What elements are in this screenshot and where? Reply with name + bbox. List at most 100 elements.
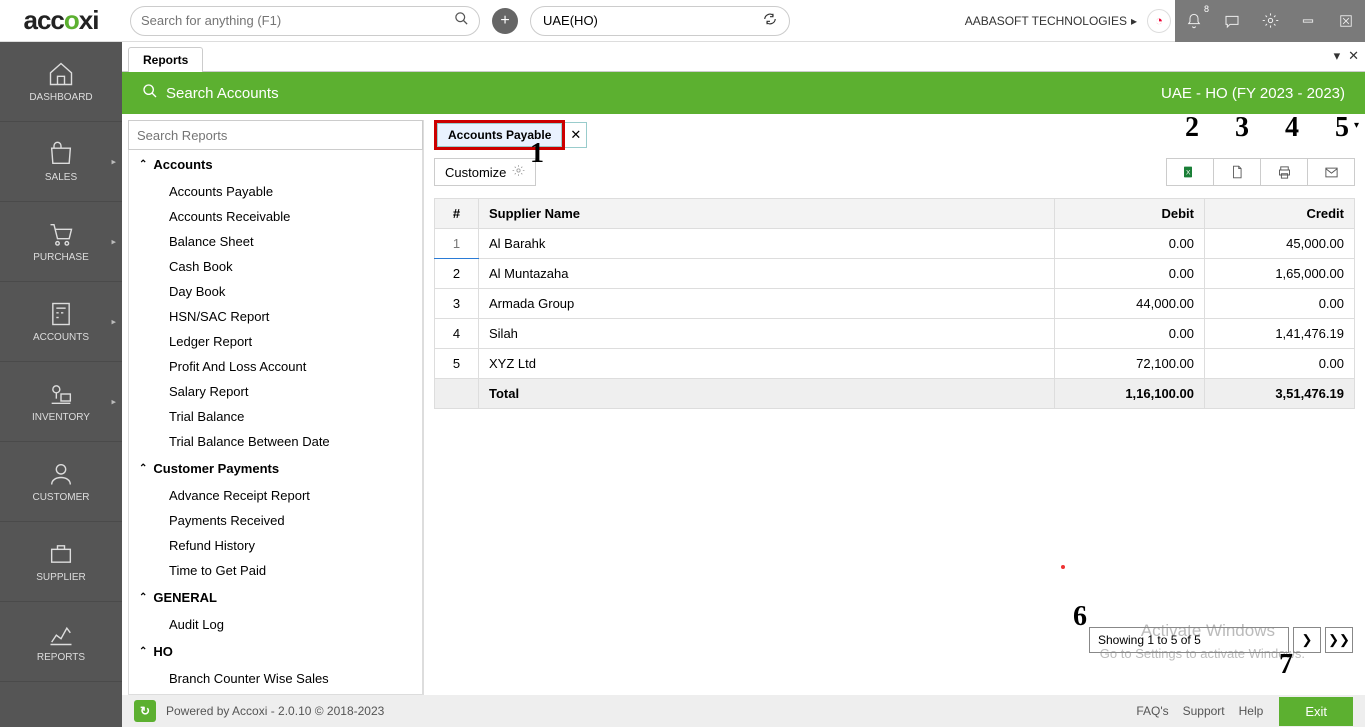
tree-item[interactable]: Trial Balance Between Date bbox=[129, 429, 422, 454]
annotation-3: 3 bbox=[1235, 112, 1249, 144]
left-nav: DASHBOARD SALES▸ PURCHASE▸ ACCOUNTS▸ INV… bbox=[0, 42, 122, 727]
table-row[interactable]: 3Armada Group44,000.000.00 bbox=[435, 289, 1355, 319]
annotated-tab: Accounts Payable bbox=[434, 120, 565, 150]
reports-tree-panel: ⌃AccountsAccounts PayableAccounts Receiv… bbox=[128, 120, 424, 695]
tree-group[interactable]: ⌃Accounts bbox=[129, 150, 422, 179]
pager-next-button[interactable]: ❯ bbox=[1293, 627, 1321, 653]
close-window-icon[interactable] bbox=[1327, 0, 1365, 42]
annotation-1: 1 bbox=[530, 138, 544, 170]
global-search[interactable] bbox=[130, 6, 480, 36]
tree-item[interactable]: Payments Received bbox=[129, 508, 422, 533]
export-excel-button[interactable]: X bbox=[1166, 158, 1214, 186]
tree-item[interactable]: Trial Balance bbox=[129, 404, 422, 429]
main-area: Reports ▾ ✕ Search Accounts UAE - HO (FY… bbox=[122, 42, 1365, 727]
tree-item[interactable]: Accounts Payable bbox=[129, 179, 422, 204]
export-pdf-button[interactable] bbox=[1213, 158, 1261, 186]
annotation-2: 2 bbox=[1185, 112, 1199, 144]
search-reports-input[interactable] bbox=[128, 120, 423, 150]
search-input[interactable] bbox=[141, 13, 454, 28]
nav-dashboard[interactable]: DASHBOARD bbox=[0, 42, 122, 122]
dropdown-caret-icon[interactable]: ▾ bbox=[1354, 120, 1359, 131]
nav-accounts[interactable]: ACCOUNTS▸ bbox=[0, 282, 122, 362]
export-buttons: X bbox=[1167, 158, 1355, 186]
report-viewer: Accounts Payable ✕ Customize X bbox=[424, 114, 1365, 695]
page-header: Search Accounts UAE - HO (FY 2023 - 2023… bbox=[122, 72, 1365, 114]
faq-link[interactable]: FAQ's bbox=[1136, 704, 1168, 718]
chat-icon[interactable] bbox=[1213, 0, 1251, 42]
company-name[interactable]: AABASOFT TECHNOLOGIES ▸ bbox=[965, 14, 1143, 28]
table-row[interactable]: 4Silah0.001,41,476.19 bbox=[435, 319, 1355, 349]
tree-item[interactable]: Time to Get Paid bbox=[129, 558, 422, 583]
tree-item[interactable]: Ledger Report bbox=[129, 329, 422, 354]
col-index: # bbox=[435, 199, 479, 229]
reports-tree[interactable]: ⌃AccountsAccounts PayableAccounts Receiv… bbox=[128, 150, 423, 695]
nav-inventory[interactable]: INVENTORY▸ bbox=[0, 362, 122, 442]
marker-dot bbox=[1061, 565, 1065, 569]
annotation-6: 6 bbox=[1073, 601, 1087, 633]
settings-icon[interactable] bbox=[1251, 0, 1289, 42]
close-icon[interactable]: ✕ bbox=[565, 122, 587, 148]
support-link[interactable]: Support bbox=[1183, 704, 1225, 718]
gear-icon bbox=[512, 164, 525, 180]
report-table: # Supplier Name Debit Credit 1Al Barahk0… bbox=[434, 198, 1355, 409]
tree-item[interactable]: Salary Report bbox=[129, 379, 422, 404]
tree-item[interactable]: Balance Sheet bbox=[129, 229, 422, 254]
nav-sales[interactable]: SALES▸ bbox=[0, 122, 122, 202]
tree-group[interactable]: ⌃GENERAL bbox=[129, 583, 422, 612]
fiscal-year: UAE - HO (FY 2023 - 2023) bbox=[1161, 85, 1345, 102]
minimize-icon[interactable] bbox=[1289, 0, 1327, 42]
tree-item[interactable]: Cash Book bbox=[129, 254, 422, 279]
email-button[interactable] bbox=[1307, 158, 1355, 186]
add-button[interactable]: + bbox=[492, 8, 518, 34]
footer: ↻ Powered by Accoxi - 2.0.10 © 2018-2023… bbox=[122, 695, 1365, 727]
tree-item[interactable]: HSN/SAC Report bbox=[129, 304, 422, 329]
tree-item[interactable]: Day Book bbox=[129, 279, 422, 304]
table-row[interactable]: 5XYZ Ltd72,100.000.00 bbox=[435, 349, 1355, 379]
tree-item[interactable]: Accounts Receivable bbox=[129, 204, 422, 229]
pager-last-button[interactable]: ❯❯ bbox=[1325, 627, 1353, 653]
tab-reports[interactable]: Reports bbox=[128, 47, 203, 72]
customize-button[interactable]: Customize bbox=[434, 158, 536, 186]
org-selector[interactable]: UAE(HO) bbox=[530, 6, 790, 36]
table-total-row: Total1,16,100.003,51,476.19 bbox=[435, 379, 1355, 409]
annotation-5: 5 bbox=[1335, 112, 1349, 144]
footer-text: Powered by Accoxi - 2.0.10 © 2018-2023 bbox=[166, 704, 384, 718]
col-debit: Debit bbox=[1055, 199, 1205, 229]
module-tabstrip: Reports ▾ ✕ bbox=[122, 42, 1365, 72]
nav-supplier[interactable]: SUPPLIER bbox=[0, 522, 122, 602]
logo: accoxi bbox=[0, 0, 122, 42]
org-name: UAE(HO) bbox=[543, 13, 598, 28]
bell-icon[interactable]: 8 bbox=[1175, 0, 1213, 42]
nav-reports[interactable]: REPORTS bbox=[0, 602, 122, 682]
tree-item[interactable]: Advance Receipt Report bbox=[129, 483, 422, 508]
tree-item[interactable]: Profit And Loss Account bbox=[129, 354, 422, 379]
tree-group[interactable]: ⌃Customer Payments bbox=[129, 454, 422, 483]
tabstrip-close-icon[interactable]: ✕ bbox=[1348, 48, 1359, 64]
table-row[interactable]: 2Al Muntazaha0.001,65,000.00 bbox=[435, 259, 1355, 289]
pager-status: Showing 1 to 5 of 5 bbox=[1089, 627, 1289, 653]
pager: Showing 1 to 5 of 5 ❯ ❯❯ bbox=[1089, 627, 1353, 653]
page-title: Search Accounts bbox=[166, 85, 279, 102]
alert-icon[interactable]: ◔ bbox=[1147, 9, 1171, 33]
tree-item[interactable]: Audit Log bbox=[129, 612, 422, 637]
annotation-7: 7 bbox=[1279, 649, 1293, 681]
tree-item[interactable]: Branch Counter Wise Sales bbox=[129, 666, 422, 691]
exit-button[interactable]: Exit bbox=[1279, 697, 1353, 726]
top-bar: accoxi + UAE(HO) AABASOFT TECHNOLOGIES ▸… bbox=[0, 0, 1365, 42]
chevron-down-icon: ⌃ bbox=[139, 592, 147, 603]
table-row[interactable]: 1Al Barahk0.0045,000.00 bbox=[435, 229, 1355, 259]
tabstrip-dropdown-icon[interactable]: ▾ bbox=[1334, 48, 1341, 64]
chevron-down-icon: ⌃ bbox=[139, 646, 147, 657]
print-button[interactable] bbox=[1260, 158, 1308, 186]
sync-icon[interactable] bbox=[763, 12, 777, 29]
footer-logo-icon: ↻ bbox=[134, 700, 156, 722]
col-supplier: Supplier Name bbox=[479, 199, 1055, 229]
tree-group[interactable]: ⌃HO bbox=[129, 637, 422, 666]
nav-customer[interactable]: CUSTOMER bbox=[0, 442, 122, 522]
nav-purchase[interactable]: PURCHASE▸ bbox=[0, 202, 122, 282]
svg-text:X: X bbox=[1186, 170, 1191, 177]
tree-item[interactable]: Refund History bbox=[129, 533, 422, 558]
help-link[interactable]: Help bbox=[1239, 704, 1264, 718]
annotation-4: 4 bbox=[1285, 112, 1299, 144]
notification-badge: 8 bbox=[1204, 4, 1209, 14]
